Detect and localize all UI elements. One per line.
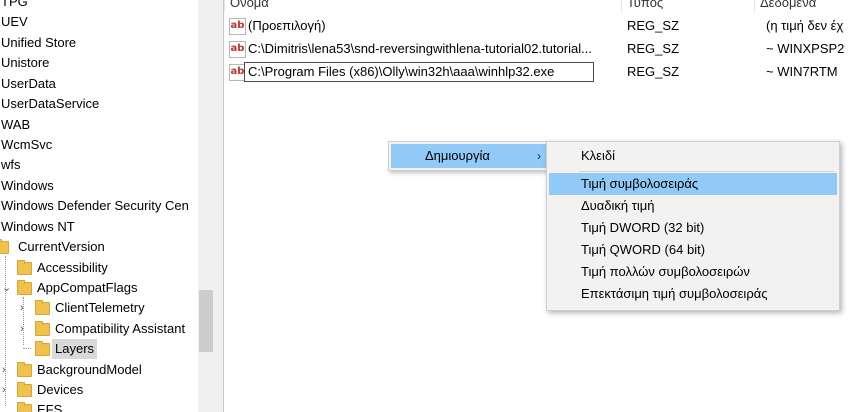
tree-item-label: WcmSvc bbox=[1, 137, 53, 152]
value-type: REG_SZ bbox=[627, 64, 680, 79]
folder-icon bbox=[17, 260, 32, 275]
value-row-default[interactable]: ab (Προεπιλογή) REG_SZ (η τιμή δεν έχ bbox=[224, 15, 850, 37]
pane-splitter[interactable] bbox=[214, 0, 224, 412]
submenu-item-label: Τιμή QWORD (64 bit) bbox=[581, 242, 706, 257]
tree-item-label: AppCompatFlags bbox=[37, 280, 138, 295]
submenu-item-label: Τιμή πολλών συμβολοσειρών bbox=[581, 264, 750, 279]
tree-line bbox=[23, 348, 31, 349]
folder-icon bbox=[17, 362, 32, 377]
folder-icon bbox=[17, 382, 32, 397]
value-type: REG_SZ bbox=[627, 18, 680, 33]
value-type: REG_SZ bbox=[627, 41, 680, 56]
folder-icon bbox=[17, 280, 32, 295]
value-data: (η τιμή δεν έχ bbox=[766, 18, 844, 33]
submenu-item-expandable-string-value[interactable]: Επεκτάσιμη τιμή συμβολοσειράς bbox=[549, 283, 837, 305]
chevron-down-icon[interactable]: ⌄ bbox=[2, 278, 12, 298]
tree-item-label: Windows Defender Security Cen bbox=[1, 198, 189, 213]
tree-item-label: UEV bbox=[1, 14, 28, 29]
tree-item-label: Unified Store bbox=[1, 35, 77, 50]
tree-item-label: Devices bbox=[37, 382, 84, 397]
chevron-right-icon: › bbox=[537, 149, 541, 163]
value-name-edit-field[interactable]: C:\Program Files (x86)\Olly\win32h\aaa\w… bbox=[244, 62, 594, 82]
tree-item-label: EFS bbox=[37, 402, 63, 412]
reg-string-icon: ab bbox=[229, 41, 246, 58]
column-header-type[interactable]: Τύπος bbox=[621, 0, 747, 11]
folder-icon bbox=[35, 300, 50, 315]
column-header-data[interactable]: Δεδομένα bbox=[754, 0, 850, 11]
tree-item-label: BackgroundModel bbox=[37, 362, 142, 377]
folder-icon bbox=[35, 341, 50, 356]
chevron-right-icon[interactable]: › bbox=[20, 298, 30, 318]
menu-separator bbox=[579, 171, 835, 172]
context-menu: Δημιουργία › bbox=[388, 141, 550, 171]
new-submenu: Κλειδί Τιμή συμβολοσειράς Δυαδική τιμή Τ… bbox=[546, 141, 840, 311]
submenu-item-string-value[interactable]: Τιμή συμβολοσειράς bbox=[549, 173, 837, 195]
submenu-item-qword-value[interactable]: Τιμή QWORD (64 bit) bbox=[549, 239, 837, 261]
tree-item-label: wfs bbox=[1, 157, 21, 172]
tree-item-label: Accessibility bbox=[37, 260, 108, 275]
tree-item-label: UserData bbox=[1, 76, 56, 91]
tree-item-label: CurrentVersion bbox=[18, 239, 105, 254]
chevron-right-icon[interactable]: › bbox=[20, 319, 30, 339]
column-header-name[interactable]: Όνομα bbox=[224, 0, 620, 11]
value-row-winhlp32[interactable]: ab C:\Program Files (x86)\Olly\win32h\aa… bbox=[224, 61, 850, 83]
value-row-dimitris[interactable]: ab C:\Dimitris\lena53\snd-reversingwithl… bbox=[224, 38, 850, 60]
submenu-item-label: Δυαδική τιμή bbox=[581, 198, 655, 213]
value-name: (Προεπιλογή) bbox=[248, 18, 326, 33]
folder-icon bbox=[0, 239, 9, 254]
tree-item-label: UserDataService bbox=[1, 96, 100, 111]
value-name: C:\Dimitris\lena53\snd-reversingwithlena… bbox=[248, 41, 592, 56]
tree-item-label: TPG bbox=[1, 0, 28, 9]
value-data: ~ WINXPSP2 bbox=[766, 41, 845, 56]
folder-icon bbox=[17, 402, 32, 412]
tree-item-label: Windows NT bbox=[1, 219, 75, 234]
reg-string-icon: ab bbox=[229, 18, 246, 35]
submenu-item-binary-value[interactable]: Δυαδική τιμή bbox=[549, 195, 837, 217]
tree-item-label: Layers bbox=[52, 339, 98, 359]
submenu-item-label: Κλειδί bbox=[581, 148, 615, 163]
tree-item-label: ClientTelemetry bbox=[55, 300, 145, 315]
tree-item-label: WAB bbox=[1, 117, 31, 132]
registry-tree: TPG UEV Unified Store Unistore UserData … bbox=[0, 0, 214, 412]
value-data: ~ WIN7RTM bbox=[766, 64, 838, 79]
submenu-item-label: Τιμή DWORD (32 bit) bbox=[581, 220, 705, 235]
submenu-item-key[interactable]: Κλειδί bbox=[549, 145, 837, 167]
chevron-right-icon[interactable]: › bbox=[2, 360, 12, 380]
tree-item-label: Compatibility Assistant bbox=[55, 321, 186, 336]
folder-icon bbox=[35, 321, 50, 336]
submenu-item-label: Επεκτάσιμη τιμή συμβολοσειράς bbox=[581, 286, 768, 301]
tree-item-label: Unistore bbox=[1, 55, 50, 70]
tree-item-label: Windows bbox=[1, 178, 54, 193]
tree-scrollbar-thumb[interactable] bbox=[199, 290, 213, 352]
chevron-right-icon[interactable]: › bbox=[2, 380, 12, 400]
menu-item-new[interactable]: Δημιουργία › bbox=[391, 144, 547, 168]
submenu-item-dword-value[interactable]: Τιμή DWORD (32 bit) bbox=[549, 217, 837, 239]
menu-item-label: Δημιουργία bbox=[425, 148, 490, 163]
submenu-item-multi-string-value[interactable]: Τιμή πολλών συμβολοσειρών bbox=[549, 261, 837, 283]
submenu-item-label: Τιμή συμβολοσειράς bbox=[581, 176, 699, 191]
